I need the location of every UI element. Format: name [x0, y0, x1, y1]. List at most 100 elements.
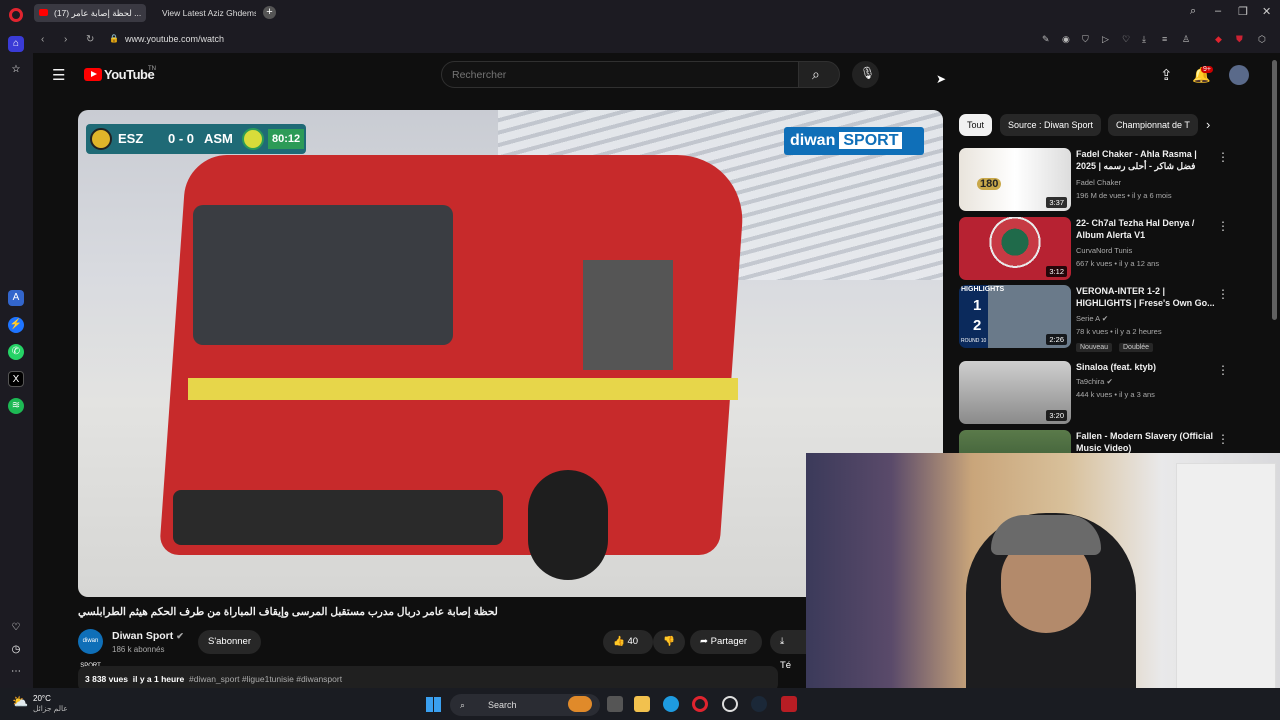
account-icon[interactable]: ♙ — [1182, 34, 1190, 45]
heart-icon[interactable]: ♡ — [1122, 34, 1130, 45]
extension-adblock-icon[interactable]: ⛊ — [1236, 34, 1243, 45]
list-item[interactable]: 3:20 Sinaloa (feat. ktyb) Ta9chira ✔ 444… — [959, 361, 1249, 424]
share-icon: ➦ — [700, 636, 708, 647]
camera-icon[interactable]: ◉ — [1062, 34, 1070, 45]
video-title[interactable]: Fadel Chaker - Ahla Rasma | فضل شاكر - أ… — [1076, 148, 1216, 172]
shield-icon[interactable]: ⛉ — [1082, 34, 1089, 45]
hamburger-menu-icon[interactable]: ☰ — [52, 66, 65, 84]
extensions-icon[interactable]: ⬡ — [1258, 34, 1266, 45]
hashtags[interactable]: #diwan_sport #ligue1tunisie #diwansport — [189, 674, 342, 684]
whatsapp-icon[interactable]: ✆ — [8, 344, 24, 360]
spotify-icon[interactable]: ≋ — [8, 398, 24, 414]
channel-name[interactable]: Ta9chira ✔ — [1076, 377, 1113, 386]
download-icon[interactable]: ⤓ — [1142, 34, 1146, 45]
share-label: Partager — [710, 636, 748, 647]
opera-taskbar-icon[interactable] — [692, 696, 708, 712]
youtube-logo-text[interactable]: YouTube — [104, 67, 155, 82]
list-item[interactable]: HIGHLIGHTS 1 2 ROUND 10 2:26 VERONA-INTE… — [959, 285, 1249, 357]
notification-count-badge: 9+ — [1201, 66, 1213, 73]
channel-name[interactable]: CurvaNord Tunis — [1076, 246, 1132, 255]
game-app-icon[interactable] — [568, 696, 592, 712]
close-window-icon[interactable]: ✕ — [1262, 5, 1271, 18]
browser-tab-youtube[interactable]: (17) لحظة إصابة عامر ... — [34, 4, 146, 22]
reload-icon[interactable]: ↻ — [86, 34, 94, 45]
settings-icon[interactable] — [722, 696, 738, 712]
menu-icon[interactable]: ≡ — [1162, 34, 1167, 44]
play-icon[interactable]: ▷ — [1102, 34, 1109, 45]
channel-name[interactable]: Serie A ✔ — [1076, 314, 1108, 323]
streamer-cap — [991, 515, 1101, 555]
video-title[interactable]: Sinaloa (feat. ktyb) — [1076, 361, 1216, 373]
search-input[interactable] — [441, 61, 799, 88]
search-tabs-icon[interactable]: ⌕ — [1190, 5, 1196, 18]
aria-icon[interactable]: A — [8, 290, 24, 306]
share-button[interactable]: ➦ Partager — [690, 630, 762, 654]
maximize-icon[interactable]: ❐ — [1238, 5, 1248, 18]
video-title[interactable]: Fallen - Modern Slavery (Official Music … — [1076, 430, 1216, 453]
messenger-icon[interactable]: ⚡ — [8, 317, 24, 333]
like-button[interactable]: 👍 40 — [603, 630, 653, 654]
more-vert-icon[interactable]: ⋮ — [1217, 219, 1229, 233]
download-button[interactable]: ⤓ Té — [770, 630, 806, 671]
more-vert-icon[interactable]: ⋮ — [1217, 432, 1229, 446]
upload-icon[interactable]: ⇪ — [1160, 66, 1173, 84]
subscribe-button[interactable]: S'abonner — [198, 630, 261, 654]
home-icon[interactable]: ⌂ — [8, 36, 24, 52]
thumb-score-2: 2 — [973, 317, 982, 334]
more-vert-icon[interactable]: ⋮ — [1217, 150, 1229, 164]
video-title[interactable]: 22- Ch7al Tezha Hal Denya / Album Alerta… — [1076, 217, 1216, 241]
video-thumbnail[interactable]: 3:12 — [959, 217, 1071, 280]
steam-icon[interactable] — [751, 696, 767, 712]
url-field[interactable]: www.youtube.com/watch — [125, 34, 224, 44]
new-tab-button[interactable]: + — [263, 6, 276, 19]
list-item[interactable]: 3:12 22- Ch7al Tezha Hal Denya / Album A… — [959, 217, 1249, 280]
edge-icon[interactable] — [663, 696, 679, 712]
voice-search-button[interactable]: 🎙 — [852, 61, 879, 88]
windows-start-icon[interactable] — [426, 697, 441, 712]
webcam-overlay — [806, 453, 1280, 720]
video-thumbnail[interactable]: HIGHLIGHTS 1 2 ROUND 10 2:26 — [959, 285, 1071, 348]
scoreboard-overlay: ESZ 0 - 0 ASM 80:12 — [86, 124, 306, 154]
list-item[interactable]: 180 3:37 Fadel Chaker - Ahla Rasma | فضل … — [959, 148, 1249, 211]
channel-avatar[interactable]: diwan SPORT — [78, 629, 103, 669]
video-title[interactable]: VERONA-INTER 1-2 | HIGHLIGHTS | Frese's … — [1076, 285, 1216, 309]
search-button[interactable]: ⌕ — [798, 61, 840, 88]
back-icon[interactable]: ‹ — [41, 34, 44, 45]
video-thumbnail[interactable] — [959, 430, 1071, 453]
video-thumbnail[interactable]: 3:20 — [959, 361, 1071, 424]
weather-temp[interactable]: 20°C — [33, 694, 51, 703]
edit-icon[interactable]: ✎ — [1042, 34, 1050, 45]
channel-name[interactable]: Fadel Chaker — [1076, 178, 1121, 187]
chip-source[interactable]: Source : Diwan Sport — [1000, 114, 1102, 136]
star-icon[interactable]: ☆ — [8, 62, 24, 78]
scrollbar[interactable] — [1272, 60, 1277, 320]
task-view-icon[interactable] — [607, 696, 623, 712]
channel-name[interactable]: Diwan Sport ✔ — [112, 630, 184, 642]
more-icon[interactable]: ⋯ — [8, 664, 24, 680]
history-icon[interactable]: ◷ — [8, 642, 24, 658]
youtube-logo-icon[interactable] — [84, 68, 102, 81]
file-explorer-icon[interactable] — [634, 696, 650, 712]
x-icon[interactable]: X — [8, 371, 24, 387]
extension-red-icon[interactable]: ◆ — [1215, 34, 1222, 45]
dislike-button[interactable]: 👎 — [653, 630, 685, 654]
more-vert-icon[interactable]: ⋮ — [1217, 363, 1229, 377]
browser-tab-aziz[interactable]: View Latest Aziz Ghdemsi — [156, 4, 256, 22]
weather-icon[interactable]: ⛅ — [12, 694, 28, 710]
thumbs-up-icon: 👍 — [613, 636, 625, 647]
list-item[interactable]: Fallen - Modern Slavery (Official Music … — [959, 430, 1249, 453]
minimize-icon[interactable]: – — [1215, 5, 1221, 17]
forward-icon[interactable]: › — [64, 34, 67, 45]
more-vert-icon[interactable]: ⋮ — [1217, 287, 1229, 301]
netflix-icon[interactable] — [781, 696, 797, 712]
chip-championnat[interactable]: Championnat de T — [1108, 114, 1198, 136]
avatar[interactable] — [1229, 65, 1249, 85]
chip-all[interactable]: Tout — [959, 114, 993, 136]
opera-logo-icon[interactable] — [9, 8, 23, 22]
duration-badge: 3:12 — [1046, 266, 1067, 277]
video-meta: 444 k vues • il y a 3 ans — [1076, 390, 1155, 399]
chevron-right-icon[interactable]: › — [1206, 117, 1210, 132]
heart-icon[interactable]: ♡ — [8, 620, 24, 636]
van-rear-window — [193, 205, 453, 345]
video-thumbnail[interactable]: 180 3:37 — [959, 148, 1071, 211]
